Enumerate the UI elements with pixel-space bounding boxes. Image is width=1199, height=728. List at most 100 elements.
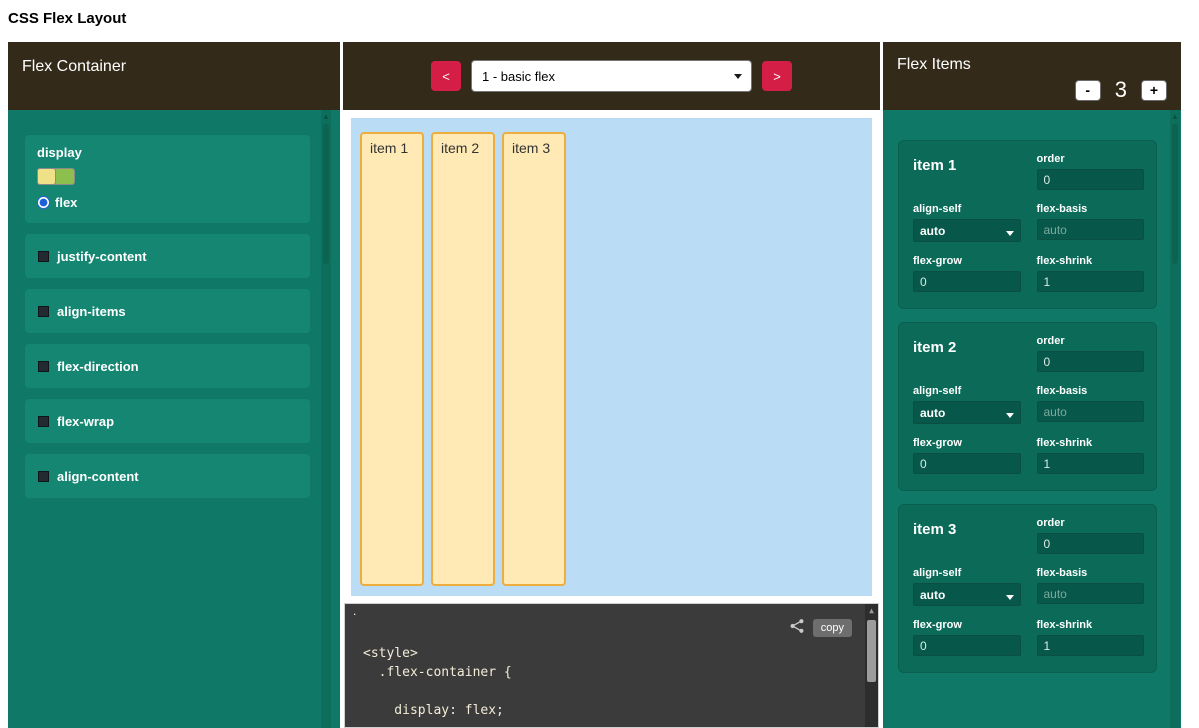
align-self-label: align-self bbox=[913, 567, 1021, 579]
prev-preset-button[interactable]: < bbox=[431, 61, 461, 91]
order-label: order bbox=[1037, 153, 1145, 165]
align-self-select[interactable]: auto bbox=[913, 219, 1021, 242]
order-field: order bbox=[1037, 335, 1145, 372]
flex-preview-area: item 1 item 2 item 3 bbox=[351, 118, 872, 596]
flex-radio-label: flex bbox=[55, 195, 77, 210]
item-panel-3: item 3 order align-self auto flex-basis bbox=[898, 504, 1157, 673]
next-preset-button[interactable]: > bbox=[762, 61, 792, 91]
option-label: flex-wrap bbox=[57, 414, 114, 429]
flex-grow-field: flex-grow bbox=[913, 619, 1021, 656]
flex-shrink-field: flex-shrink bbox=[1037, 619, 1145, 656]
flex-radio[interactable] bbox=[37, 196, 50, 209]
scroll-up-icon[interactable]: ▲ bbox=[1170, 110, 1180, 123]
item-count: 3 bbox=[1115, 77, 1127, 103]
order-input[interactable] bbox=[1037, 169, 1145, 190]
copy-button[interactable]: copy bbox=[813, 619, 852, 637]
item-title: item 1 bbox=[913, 153, 1021, 190]
align-self-select[interactable]: auto bbox=[913, 583, 1021, 606]
item-panel-2: item 2 order align-self auto flex-basis bbox=[898, 322, 1157, 491]
justify-content-checkbox[interactable] bbox=[38, 251, 49, 262]
item-count-controls: - 3 + bbox=[1075, 77, 1167, 103]
flex-shrink-label: flex-shrink bbox=[1037, 437, 1145, 449]
scroll-up-icon[interactable]: ▲ bbox=[321, 110, 331, 123]
flex-basis-label: flex-basis bbox=[1037, 203, 1145, 215]
demo-flex-item: item 2 bbox=[431, 132, 495, 586]
code-scrollbar[interactable]: ▲ bbox=[865, 604, 878, 727]
left-scrollbar[interactable]: ▲ bbox=[321, 110, 331, 728]
item-title: item 2 bbox=[913, 335, 1021, 372]
flex-container-header: Flex Container bbox=[8, 42, 340, 110]
left-scrollbar-thumb[interactable] bbox=[323, 124, 329, 264]
preset-toolbar: < 1 - basic flex > bbox=[343, 42, 880, 110]
preview-body: item 1 item 2 item 3 . bbox=[343, 110, 880, 728]
flex-direction-checkbox[interactable] bbox=[38, 361, 49, 372]
align-items-checkbox[interactable] bbox=[38, 306, 49, 317]
flex-grow-label: flex-grow bbox=[913, 437, 1021, 449]
option-align-items: align-items bbox=[25, 289, 310, 333]
order-input[interactable] bbox=[1037, 533, 1145, 554]
flex-grow-input[interactable] bbox=[913, 271, 1021, 292]
code-line: <style> bbox=[363, 644, 848, 663]
flex-grow-input[interactable] bbox=[913, 453, 1021, 474]
order-label: order bbox=[1037, 335, 1145, 347]
preset-select-wrap: 1 - basic flex bbox=[471, 60, 752, 92]
item-title: item 3 bbox=[913, 517, 1021, 554]
align-self-select[interactable]: auto bbox=[913, 401, 1021, 424]
flex-shrink-input[interactable] bbox=[1037, 635, 1145, 656]
code-line: .flex-container { bbox=[363, 663, 848, 682]
display-label: display bbox=[37, 145, 298, 160]
demo-flex-item: item 1 bbox=[360, 132, 424, 586]
code-tools: copy bbox=[789, 618, 852, 638]
align-self-field: align-self auto bbox=[913, 567, 1021, 606]
flex-shrink-input[interactable] bbox=[1037, 453, 1145, 474]
option-flex-wrap: flex-wrap bbox=[25, 399, 310, 443]
flex-shrink-input[interactable] bbox=[1037, 271, 1145, 292]
display-panel: display flex bbox=[25, 135, 310, 223]
option-justify-content: justify-content bbox=[25, 234, 310, 278]
flex-items-header: Flex Items - 3 + bbox=[883, 42, 1181, 110]
code-panel: . copy <style> .fl bbox=[344, 603, 879, 728]
flex-items-title: Flex Items bbox=[897, 56, 971, 73]
flex-basis-input[interactable] bbox=[1037, 219, 1145, 240]
flex-basis-label: flex-basis bbox=[1037, 385, 1145, 397]
flex-basis-field: flex-basis bbox=[1037, 385, 1145, 424]
add-item-button[interactable]: + bbox=[1141, 80, 1167, 101]
code-bullet: . bbox=[353, 604, 356, 618]
flex-radio-row: flex bbox=[37, 195, 298, 210]
flex-grow-label: flex-grow bbox=[913, 255, 1021, 267]
remove-item-button[interactable]: - bbox=[1075, 80, 1101, 101]
demo-flex-item: item 3 bbox=[502, 132, 566, 586]
order-input[interactable] bbox=[1037, 351, 1145, 372]
scroll-up-icon[interactable]: ▲ bbox=[865, 604, 878, 618]
item-panel-1: item 1 order align-self auto flex-basis bbox=[898, 140, 1157, 309]
align-self-field: align-self auto bbox=[913, 203, 1021, 242]
option-label: flex-direction bbox=[57, 359, 139, 374]
flex-grow-field: flex-grow bbox=[913, 255, 1021, 292]
code-line: display: flex; bbox=[363, 701, 848, 720]
preset-select[interactable]: 1 - basic flex bbox=[471, 60, 752, 92]
flex-items-body: item 1 order align-self auto flex-basis bbox=[883, 110, 1181, 728]
flex-wrap-checkbox[interactable] bbox=[38, 416, 49, 427]
order-field: order bbox=[1037, 517, 1145, 554]
page-title: CSS Flex Layout bbox=[8, 10, 126, 27]
share-icon[interactable] bbox=[789, 618, 805, 638]
flex-shrink-field: flex-shrink bbox=[1037, 255, 1145, 292]
align-content-checkbox[interactable] bbox=[38, 471, 49, 482]
flex-container-body: display flex justify-content align-items bbox=[8, 110, 340, 728]
align-self-label: align-self bbox=[913, 385, 1021, 397]
flex-grow-input[interactable] bbox=[913, 635, 1021, 656]
option-flex-direction: flex-direction bbox=[25, 344, 310, 388]
flex-shrink-label: flex-shrink bbox=[1037, 619, 1145, 631]
flex-grow-label: flex-grow bbox=[913, 619, 1021, 631]
app: CSS Flex Layout Flex Container display f… bbox=[0, 0, 1199, 728]
flex-shrink-label: flex-shrink bbox=[1037, 255, 1145, 267]
flex-basis-input[interactable] bbox=[1037, 583, 1145, 604]
display-toggle[interactable] bbox=[37, 168, 75, 185]
flex-basis-field: flex-basis bbox=[1037, 567, 1145, 606]
code-scrollbar-thumb[interactable] bbox=[867, 620, 876, 682]
right-scrollbar-thumb[interactable] bbox=[1172, 124, 1178, 264]
flex-basis-input[interactable] bbox=[1037, 401, 1145, 422]
right-scrollbar[interactable]: ▲ bbox=[1170, 110, 1180, 728]
order-field: order bbox=[1037, 153, 1145, 190]
align-self-label: align-self bbox=[913, 203, 1021, 215]
